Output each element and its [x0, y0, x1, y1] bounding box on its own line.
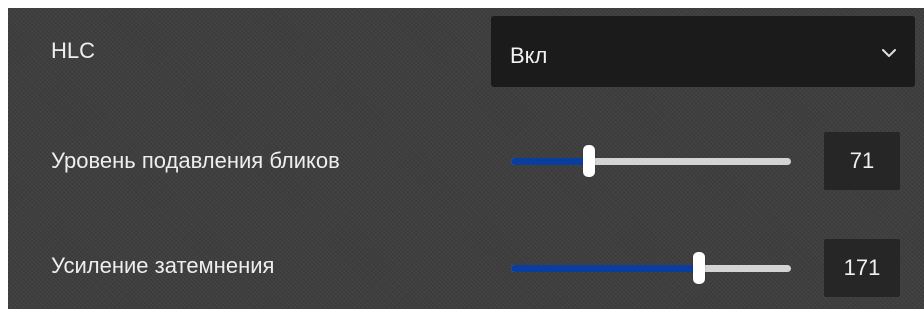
- chevron-down-icon: [882, 49, 896, 57]
- glare-suppression-slider-thumb[interactable]: [583, 145, 596, 177]
- hlc-settings-panel: HLC Вкл Уровень подавления бликов 71 Уси…: [8, 8, 924, 309]
- hlc-label: HLC: [51, 38, 96, 63]
- dark-enhancement-value-box[interactable]: 171: [824, 239, 900, 297]
- glare-suppression-slider[interactable]: [511, 145, 791, 177]
- glare-suppression-slider-fill: [511, 158, 590, 165]
- dark-enhancement-slider-fill: [511, 265, 699, 272]
- glare-suppression-value-box[interactable]: 71: [824, 132, 900, 190]
- hlc-select-value: Вкл: [510, 43, 548, 68]
- glare-suppression-label: Уровень подавления бликов: [51, 148, 340, 173]
- hlc-select[interactable]: Вкл: [491, 16, 915, 87]
- dark-enhancement-slider[interactable]: [511, 252, 791, 284]
- dark-enhancement-slider-thumb[interactable]: [692, 252, 705, 284]
- dark-enhancement-label: Усиление затемнения: [51, 253, 275, 278]
